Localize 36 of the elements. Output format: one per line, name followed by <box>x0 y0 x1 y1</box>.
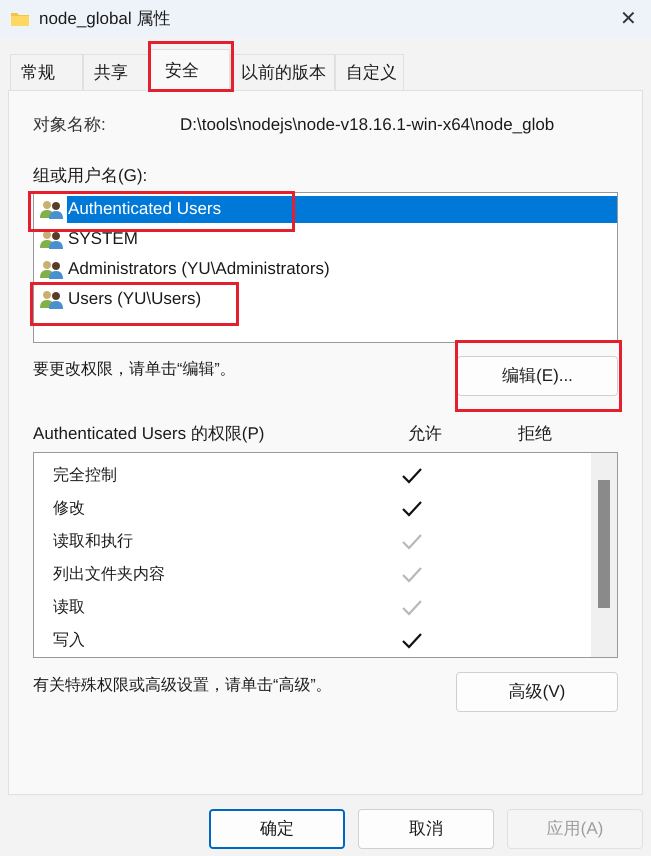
dialog-button[interactable]: 取消 <box>358 809 494 849</box>
permission-name: 读取 <box>52 598 86 618</box>
users-icon <box>39 229 65 249</box>
group-item[interactable]: Users (YU\Users) <box>67 286 206 312</box>
advanced-button[interactable]: 高级(V) <box>456 672 618 712</box>
close-button[interactable]: ✕ <box>620 9 637 29</box>
permission-name: 完全控制 <box>52 466 118 486</box>
dialog-button[interactable]: 确定 <box>209 809 345 849</box>
advanced-hint: 有关特殊权限或高级设置，请单击“高级”。 <box>33 676 332 696</box>
folder-icon <box>10 11 30 27</box>
tab[interactable]: 常规 <box>10 54 83 90</box>
users-icon <box>39 199 65 219</box>
group-list-label: 组或用户名(G): <box>33 165 148 187</box>
tab[interactable]: 共享 <box>83 54 150 90</box>
users-icon <box>39 259 65 279</box>
scrollbar[interactable] <box>591 453 617 657</box>
permission-name: 读取和执行 <box>52 532 134 552</box>
tab[interactable]: 安全 <box>150 49 230 91</box>
object-name-value: D:\tools\nodejs\node-v18.16.1-win-x64\node_glob <box>180 114 554 136</box>
users-icon <box>39 289 65 309</box>
permission-name: 修改 <box>52 498 86 518</box>
permission-name: 写入 <box>52 630 86 650</box>
edit-button[interactable]: 编辑(E)... <box>457 356 618 396</box>
group-item[interactable]: Administrators (YU\Administrators) <box>67 256 334 282</box>
edit-hint: 要更改权限，请单击“编辑”。 <box>33 360 236 380</box>
window-title: node_global 属性 <box>39 8 170 30</box>
object-name-label: 对象名称: <box>33 114 107 136</box>
permissions-label: Authenticated Users 的权限(P) <box>33 423 266 446</box>
group-item[interactable]: Authenticated Users <box>67 196 617 222</box>
permission-name: 列出文件夹内容 <box>52 564 166 584</box>
group-item[interactable]: SYSTEM <box>67 226 142 252</box>
column-header: 拒绝 <box>518 423 552 446</box>
scrollbar-thumb[interactable] <box>598 480 610 608</box>
column-header: 允许 <box>408 423 443 446</box>
tab[interactable]: 以前的版本 <box>230 54 335 90</box>
tab[interactable]: 自定义 <box>335 54 404 90</box>
